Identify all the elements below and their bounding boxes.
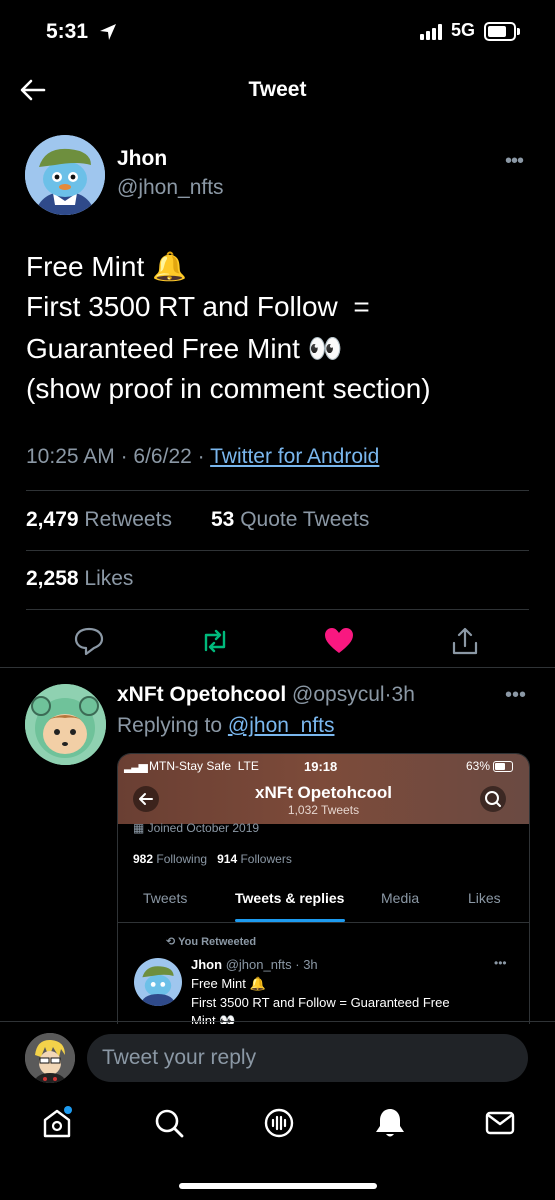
- meta-separator: ·: [120, 445, 128, 468]
- home-icon[interactable]: [40, 1106, 74, 1140]
- retweets-count: 2,479: [26, 508, 79, 531]
- quote-tweets-stat[interactable]: 53 Quote Tweets: [211, 508, 369, 532]
- reply-separator: ·: [384, 683, 392, 706]
- divider: [0, 667, 555, 668]
- divider: [26, 490, 529, 491]
- home-indicator[interactable]: [179, 1183, 377, 1189]
- divider: [26, 550, 529, 551]
- screenshot-inner-line-3: Mint 👀: [191, 1013, 236, 1024]
- screenshot-tab-tweets: Tweets: [143, 890, 188, 906]
- screenshot-joined: ▦ Joined October 2019: [133, 821, 260, 835]
- divider: [0, 1021, 555, 1022]
- likes-count: 2,258: [26, 567, 79, 590]
- reply-header: xNFt Opetohcool @opsycul·3h: [117, 683, 415, 707]
- page-title: Tweet: [248, 78, 307, 101]
- search-icon[interactable]: [152, 1106, 186, 1140]
- network-type: 5G: [451, 20, 476, 40]
- like-heart-icon[interactable]: [322, 624, 356, 658]
- screenshot-inner-more-icon: •••: [494, 956, 507, 970]
- author-avatar[interactable]: [25, 135, 105, 215]
- meta-separator: ·: [197, 445, 205, 468]
- status-time: 5:31: [46, 20, 89, 43]
- reply-author-handle[interactable]: @opsycul: [292, 683, 385, 706]
- tweet-text-line-3: Guaranteed Free Mint 👀: [26, 333, 343, 364]
- location-arrow-icon: [100, 24, 116, 40]
- screenshot-inner-line-1: Free Mint 🔔: [191, 976, 266, 991]
- screenshot-inner-avatar: [134, 958, 182, 1006]
- screenshot-tab-likes: Likes: [468, 890, 501, 906]
- screenshot-tab-replies: Tweets & replies: [235, 890, 345, 906]
- reply-author-avatar[interactable]: [25, 684, 106, 765]
- reply-more-options-icon[interactable]: •••: [505, 684, 526, 707]
- screenshot-follow-stats: 982 Following 914 Followers: [133, 852, 292, 866]
- battery-icon: [484, 22, 520, 41]
- tweet-source-link[interactable]: Twitter for Android: [210, 445, 379, 468]
- screenshot-inner-line-2: First 3500 RT and Follow = Guaranteed Fr…: [191, 995, 450, 1010]
- my-avatar[interactable]: [25, 1033, 75, 1083]
- notifications-bell-icon[interactable]: [373, 1106, 407, 1140]
- screenshot-clock: 19:18: [304, 759, 338, 774]
- reply-time: 3h: [391, 683, 415, 706]
- tweet-metadata: 10:25 AM · 6/6/22 · Twitter for Android: [26, 445, 379, 469]
- reply-attached-image[interactable]: ▂▃▅ MTN-Stay Safe LTE 19:18 63% xNFt Ope…: [117, 753, 530, 1024]
- screenshot-profile-name: xNFt Opetohcool: [255, 783, 392, 802]
- tweet-text-line-1: Free Mint 🔔: [26, 251, 187, 282]
- tweet-time: 10:25 AM: [26, 445, 115, 468]
- screenshot-divider: [118, 922, 529, 923]
- author-name[interactable]: Jhon: [117, 147, 167, 171]
- messages-icon[interactable]: [483, 1106, 517, 1140]
- screenshot-inner-header: Jhon @jhon_nfts · 3h: [191, 957, 318, 972]
- signal-strength-icon: [420, 24, 446, 40]
- replying-to-link[interactable]: @jhon_nfts: [228, 714, 335, 737]
- likes-label: Likes: [84, 567, 134, 590]
- author-handle[interactable]: @jhon_nfts: [117, 176, 224, 200]
- reply-icon[interactable]: [72, 624, 106, 658]
- quotes-label: Quote Tweets: [240, 508, 370, 531]
- likes-stat[interactable]: 2,258 Likes: [26, 567, 133, 591]
- reply-author-name[interactable]: xNFt Opetohcool: [117, 683, 286, 706]
- spaces-icon[interactable]: [262, 1106, 296, 1140]
- share-icon[interactable]: [448, 624, 482, 658]
- retweets-stat[interactable]: 2,479 Retweets: [26, 508, 172, 532]
- screenshot-tab-media: Media: [381, 890, 420, 906]
- reply-compose-input[interactable]: Tweet your reply: [87, 1034, 528, 1082]
- screenshot-retweeted: ⟲ You Retweeted: [166, 936, 257, 948]
- screenshot-tweets-count: 1,032 Tweets: [287, 803, 360, 817]
- screenshot-carrier: ▂▃▅ MTN-Stay Safe LTE: [124, 759, 259, 773]
- tweet-text-line-2: First 3500 RT and Follow =: [26, 291, 370, 322]
- tweet-text-line-4: (show proof in comment section): [26, 373, 431, 404]
- divider: [26, 609, 529, 610]
- quotes-count: 53: [211, 508, 235, 531]
- retweet-icon[interactable]: [198, 624, 232, 658]
- screenshot-search-icon: [480, 786, 506, 812]
- retweets-label: Retweets: [84, 508, 172, 531]
- screenshot-battery: 63%: [466, 759, 514, 773]
- tweet-date: 6/6/22: [133, 445, 192, 468]
- replying-prefix: Replying to: [117, 714, 223, 737]
- replying-to: Replying to @jhon_nfts: [117, 714, 334, 738]
- more-options-icon[interactable]: •••: [505, 150, 524, 173]
- compose-placeholder: Tweet your reply: [102, 1046, 257, 1069]
